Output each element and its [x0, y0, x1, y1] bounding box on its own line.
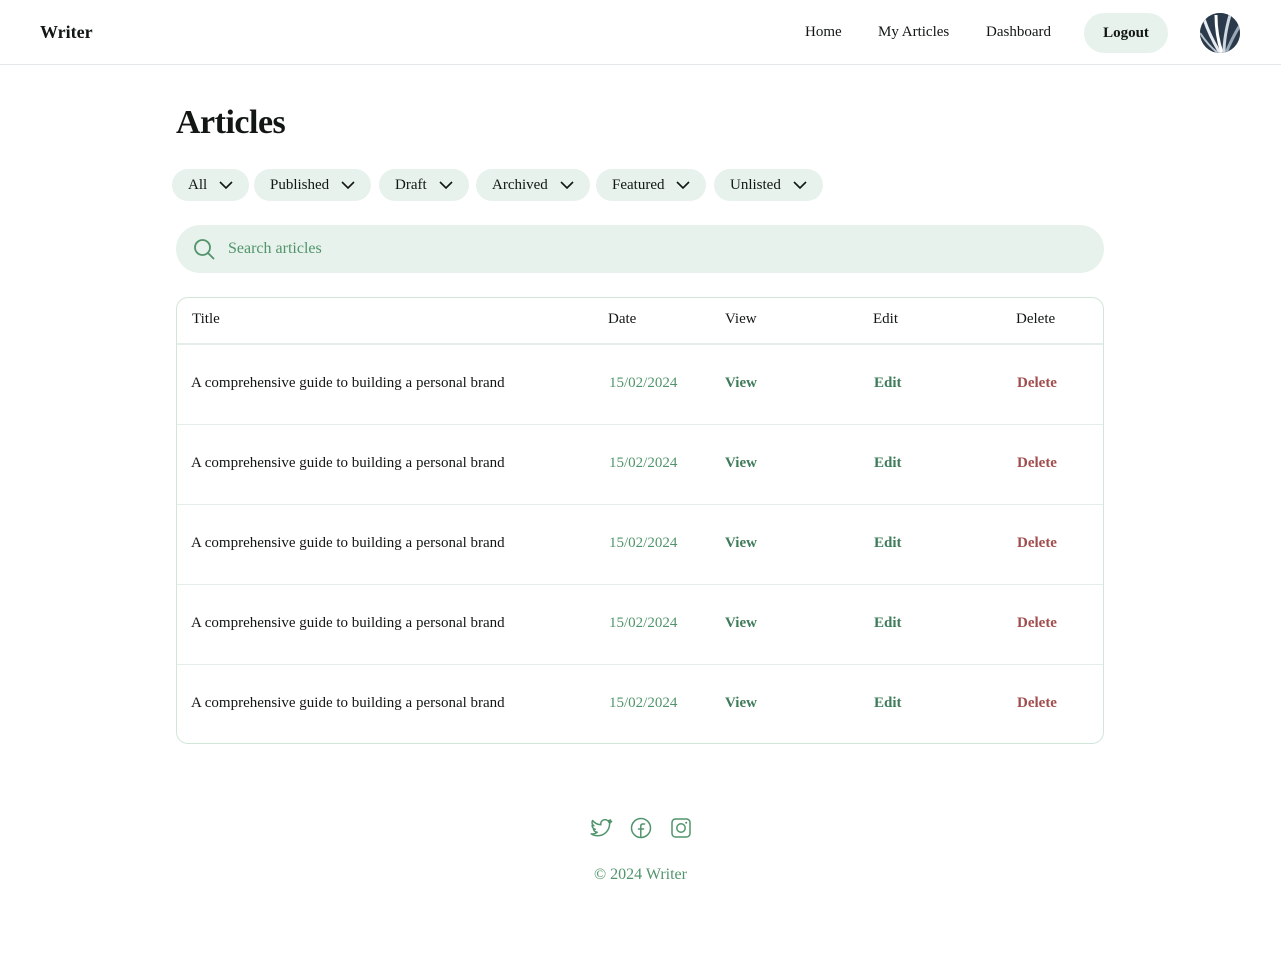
chevron-down-icon [439, 180, 453, 189]
column-title: Title [192, 311, 220, 327]
article-title: A comprehensive guide to building a pers… [191, 375, 505, 391]
articles-table: Title Date View Edit Delete A comprehens… [176, 297, 1104, 744]
article-title: A comprehensive guide to building a pers… [191, 615, 505, 631]
instagram-icon[interactable] [669, 816, 693, 840]
article-date: 15/02/2024 [609, 695, 678, 711]
filter-all[interactable]: All [172, 169, 250, 201]
article-date: 15/02/2024 [609, 455, 678, 471]
table-row: A comprehensive guide to building a pers… [177, 664, 1103, 743]
filter-label: All [188, 176, 208, 193]
column-view: View [725, 311, 757, 327]
search-bar[interactable] [176, 225, 1104, 273]
edit-link[interactable]: Edit [874, 375, 902, 392]
delete-link[interactable]: Delete [1017, 695, 1057, 712]
table-row: A comprehensive guide to building a pers… [177, 584, 1103, 664]
edit-link[interactable]: Edit [874, 535, 902, 552]
nav-my-articles[interactable]: My Articles [878, 24, 949, 41]
column-edit: Edit [873, 311, 898, 327]
article-date: 15/02/2024 [609, 615, 678, 631]
copyright-text: © 2024 Writer [594, 866, 687, 883]
brand-logo[interactable]: Writer [40, 22, 93, 43]
filter-unlisted[interactable]: Unlisted [714, 169, 823, 201]
filter-label: Unlisted [730, 176, 781, 193]
filter-archived[interactable]: Archived [476, 169, 590, 201]
delete-link[interactable]: Delete [1017, 615, 1057, 632]
table-header: Title Date View Edit Delete [177, 298, 1103, 344]
edit-link[interactable]: Edit [874, 455, 902, 472]
view-link[interactable]: View [725, 375, 757, 392]
article-date: 15/02/2024 [609, 375, 678, 391]
column-delete: Delete [1016, 311, 1056, 327]
view-link[interactable]: View [725, 615, 757, 632]
filter-label: Draft [395, 176, 427, 193]
top-header: Writer Home My Articles Dashboard Logout [0, 0, 1281, 65]
search-input[interactable] [228, 225, 1088, 273]
table-row: A comprehensive guide to building a pers… [177, 424, 1103, 504]
avatar-image [1200, 13, 1240, 53]
chevron-down-icon [793, 180, 807, 189]
filter-published[interactable]: Published [254, 169, 372, 201]
page-title: Articles [176, 104, 286, 141]
delete-link[interactable]: Delete [1017, 535, 1057, 552]
logout-button[interactable]: Logout [1084, 13, 1168, 53]
delete-link[interactable]: Delete [1017, 455, 1057, 472]
chevron-down-icon [560, 180, 574, 189]
column-date: Date [608, 311, 637, 327]
table-row: A comprehensive guide to building a pers… [177, 504, 1103, 584]
chevron-down-icon [676, 180, 691, 189]
nav-dashboard[interactable]: Dashboard [986, 24, 1051, 41]
filter-label: Archived [492, 176, 548, 193]
filter-featured[interactable]: Featured [596, 169, 707, 201]
filter-label: Featured [612, 176, 665, 193]
article-title: A comprehensive guide to building a pers… [191, 455, 505, 471]
chevron-down-icon [219, 180, 233, 189]
view-link[interactable]: View [725, 455, 757, 472]
delete-link[interactable]: Delete [1017, 375, 1057, 392]
edit-link[interactable]: Edit [874, 615, 902, 632]
article-title: A comprehensive guide to building a pers… [191, 535, 505, 551]
table-row: A comprehensive guide to building a pers… [177, 344, 1103, 424]
edit-link[interactable]: Edit [874, 695, 902, 712]
article-date: 15/02/2024 [609, 535, 678, 551]
twitter-icon[interactable] [589, 816, 613, 840]
chevron-down-icon [341, 180, 355, 189]
view-link[interactable]: View [725, 535, 757, 552]
filter-label: Published [270, 176, 330, 193]
view-link[interactable]: View [725, 695, 757, 712]
search-icon [194, 239, 215, 260]
social-links [589, 816, 693, 842]
facebook-icon[interactable] [629, 816, 653, 840]
filter-draft[interactable]: Draft [379, 169, 469, 201]
article-title: A comprehensive guide to building a pers… [191, 695, 505, 711]
avatar[interactable] [1200, 13, 1240, 53]
nav-home[interactable]: Home [805, 24, 842, 41]
